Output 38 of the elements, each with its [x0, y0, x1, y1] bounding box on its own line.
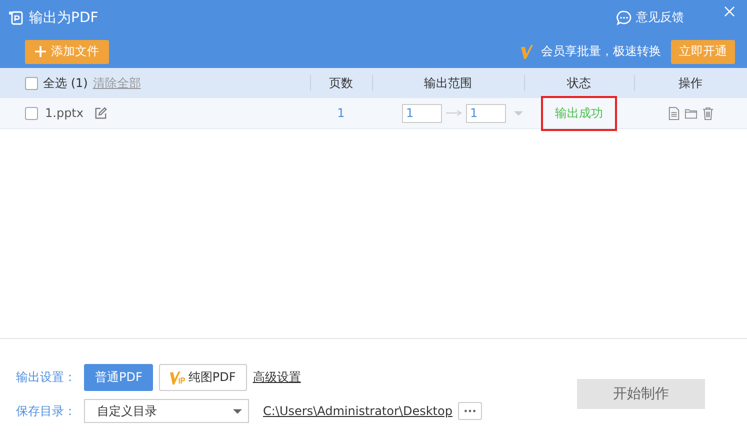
advanced-settings-link[interactable]: 高级设置 [252, 369, 301, 386]
column-header: 页数 [329, 74, 353, 92]
document-icon[interactable] [668, 106, 680, 120]
output-settings-label: 输出设置： [16, 369, 77, 386]
window-title: 输出为PDF [29, 8, 98, 26]
pdf-export-icon [8, 10, 24, 26]
promo-text: 会员享批量，极速转换 [541, 43, 661, 60]
arrow-icon [446, 110, 462, 116]
caret-icon [233, 408, 242, 414]
column-header: 操作 [678, 74, 702, 92]
more-icon [464, 409, 476, 413]
pdf-mode-button[interactable]: 普通PDF [84, 364, 154, 391]
save-directory-label: 保存目录： [16, 402, 77, 420]
feedback-button[interactable]: 意见反馈 [616, 9, 684, 26]
upgrade-button[interactable]: 立即开通 [671, 40, 735, 64]
column-header: 输出范围 [424, 74, 472, 92]
page-count: 1 [337, 106, 345, 120]
range-end-field[interactable]: 1 [466, 104, 506, 122]
add-file-button[interactable]: 添加文件 [25, 40, 109, 64]
speech-bubble-icon [616, 10, 632, 26]
close-icon[interactable] [724, 6, 735, 17]
select-all-checkbox[interactable] [25, 76, 38, 90]
select-all-label: 全选 (1) [43, 74, 88, 92]
directory-dropdown[interactable]: 自定义目录 [84, 399, 249, 423]
trash-icon[interactable] [702, 106, 714, 120]
clear-all-link[interactable]: 清除全部 [92, 74, 141, 92]
pdf-mode-button[interactable]: 纯图PDF [159, 364, 247, 391]
path-link[interactable]: C:\Users\Administrator\Desktop [263, 404, 452, 418]
folder-icon[interactable] [684, 106, 696, 120]
vip-icon [521, 44, 533, 58]
browse-button[interactable] [458, 402, 482, 420]
status-text: 输出成功 [541, 96, 617, 130]
file-name: 1.pptx [45, 106, 84, 120]
range-start-field[interactable]: 1 [402, 104, 442, 122]
plus-icon [35, 46, 46, 57]
row-checkbox[interactable] [25, 106, 38, 120]
column-header: 状态 [567, 74, 591, 92]
edit-icon[interactable] [94, 106, 106, 120]
